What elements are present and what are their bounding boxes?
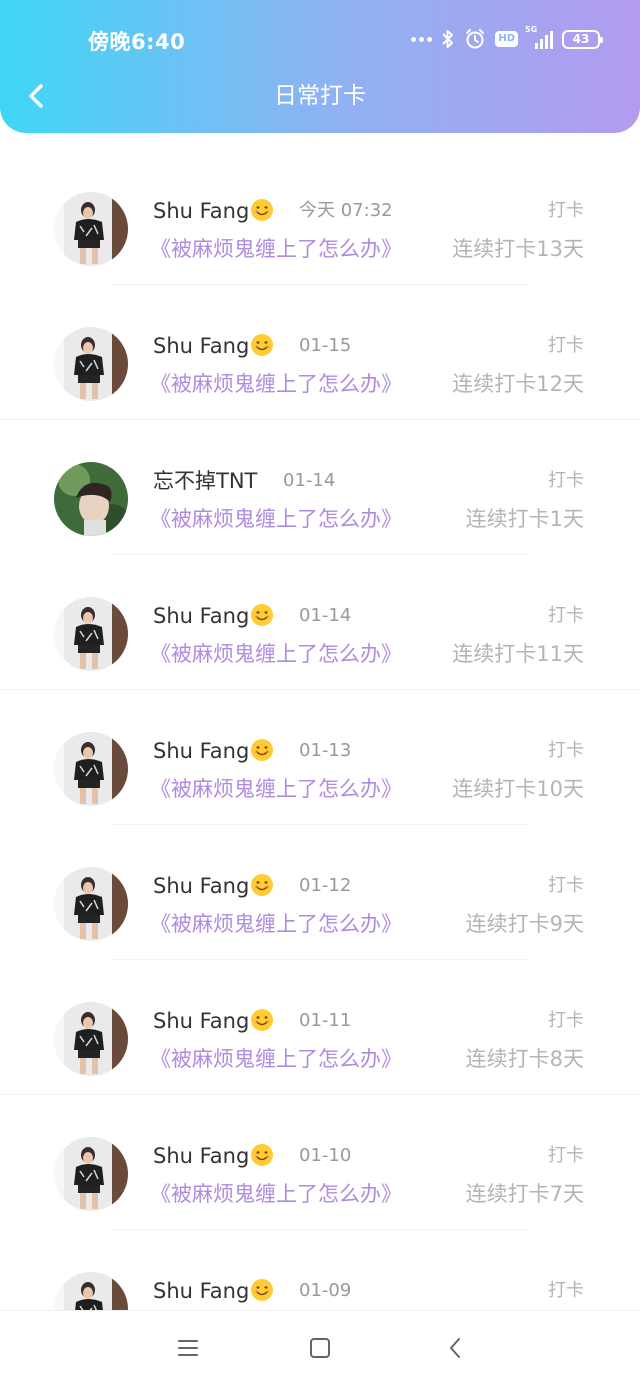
checkin-action-label: 打卡 [548,875,584,896]
smile-emoji-icon [251,874,274,896]
header-bar: 傍晚6:40 HD 5G 43 日常打卡 [0,0,640,133]
user-name-text: Shu Fang [153,739,250,763]
avatar[interactable] [54,1137,128,1211]
checkin-date: 01-14 [283,470,336,491]
user-name[interactable]: Shu Fang [153,331,274,361]
smile-emoji-icon [251,1279,274,1301]
smile-emoji-icon [251,1009,274,1031]
checkin-row[interactable]: Shu Fang 01-15 《被麻烦鬼缠上了怎么办》 打卡连续打卡12天 [0,285,640,420]
checkin-action-label: 打卡 [548,200,584,221]
book-title-link[interactable]: 《被麻烦鬼缠上了怎么办》 [150,639,402,669]
checkin-date: 01-14 [299,605,352,626]
checkin-date: 今天 07:32 [299,200,393,221]
avatar[interactable] [54,597,128,671]
checkin-row[interactable]: Shu Fang 01-10 《被麻烦鬼缠上了怎么办》 打卡连续打卡7天 [0,1095,640,1230]
checkin-row[interactable]: Shu Fang 01-09 打卡 [0,1230,640,1310]
battery-icon: 43 [562,29,603,49]
smile-emoji-icon [251,739,274,761]
alarm-icon [466,29,485,49]
streak-count: 连续打卡1天 [465,507,584,531]
user-name[interactable]: Shu Fang [153,1276,274,1306]
avatar[interactable] [54,1002,128,1076]
smile-emoji-icon [251,199,274,221]
smile-emoji-icon [251,334,274,356]
user-name-text: Shu Fang [153,604,250,628]
user-name[interactable]: Shu Fang [153,871,274,901]
checkin-row[interactable]: Shu Fang 01-13 《被麻烦鬼缠上了怎么办》 打卡连续打卡10天 [0,690,640,825]
menu-button[interactable] [173,1333,203,1363]
user-name-text: Shu Fang [153,1279,250,1303]
avatar[interactable] [54,192,128,266]
streak-count: 连续打卡7天 [465,1182,584,1206]
avatar[interactable] [54,732,128,806]
network-label: 5G [525,25,538,34]
status-bar: 傍晚6:40 HD 5G 43 [0,20,640,58]
user-name[interactable]: Shu Fang [153,1141,274,1171]
menu-icon [178,1340,198,1356]
user-name-text: Shu Fang [153,334,250,358]
user-name[interactable]: 忘不掉TNT [153,466,257,496]
user-name-text: 忘不掉TNT [153,469,258,493]
checkin-row[interactable]: Shu Fang 今天 07:32 《被麻烦鬼缠上了怎么办》 打卡连续打卡13天 [0,150,640,285]
checkin-action-label: 打卡 [548,1010,584,1031]
checkin-date: 01-12 [299,875,352,896]
book-title-link[interactable]: 《被麻烦鬼缠上了怎么办》 [150,1179,402,1209]
book-title-link[interactable]: 《被麻烦鬼缠上了怎么办》 [150,774,402,804]
book-title-link[interactable]: 《被麻烦鬼缠上了怎么办》 [150,504,402,534]
signal-icon: 5G [525,25,553,49]
smile-emoji-icon [251,604,274,626]
checkin-date: 01-11 [299,1010,352,1031]
avatar[interactable] [54,867,128,941]
streak-count: 连续打卡12天 [452,372,584,396]
status-time: 傍晚6:40 [88,30,186,54]
bluetooth-icon [442,30,454,48]
user-name-text: Shu Fang [153,199,250,223]
checkin-action-label: 打卡 [548,335,584,356]
checkin-date: 01-13 [299,740,352,761]
streak-count: 连续打卡10天 [452,777,584,801]
user-name-text: Shu Fang [153,874,250,898]
streak-count: 连续打卡13天 [452,237,584,261]
back-nav-button[interactable] [440,1333,470,1363]
book-title-link[interactable]: 《被麻烦鬼缠上了怎么办》 [150,1044,402,1074]
home-square-icon [310,1338,330,1358]
checkin-date: 01-09 [299,1280,352,1301]
streak-count: 连续打卡11天 [452,642,584,666]
status-icons: HD 5G 43 [411,25,603,52]
user-name[interactable]: Shu Fang [153,736,274,766]
avatar[interactable] [54,327,128,401]
user-name[interactable]: Shu Fang [153,1006,274,1036]
page-title: 日常打卡 [274,83,366,109]
checkin-action-label: 打卡 [548,470,584,491]
checkin-date: 01-10 [299,1145,352,1166]
user-name[interactable]: Shu Fang [153,601,274,631]
more-dots-icon [411,36,433,42]
hd-icon: HD [495,31,518,47]
checkin-row[interactable]: Shu Fang 01-14 《被麻烦鬼缠上了怎么办》 打卡连续打卡11天 [0,555,640,690]
streak-count: 连续打卡8天 [465,1047,584,1071]
book-title-link[interactable]: 《被麻烦鬼缠上了怎么办》 [150,909,402,939]
checkin-row[interactable]: 忘不掉TNT 01-14 《被麻烦鬼缠上了怎么办》 打卡连续打卡1天 [0,420,640,555]
checkin-action-label: 打卡 [548,605,584,626]
user-name-text: Shu Fang [153,1144,250,1168]
avatar[interactable] [54,462,128,536]
user-name-text: Shu Fang [153,1009,250,1033]
checkin-action-label: 打卡 [548,1145,584,1166]
checkin-action-label: 打卡 [548,740,584,761]
home-button[interactable] [305,1333,335,1363]
checkin-date: 01-15 [299,335,352,356]
user-name[interactable]: Shu Fang [153,196,274,226]
checkin-row[interactable]: Shu Fang 01-11 《被麻烦鬼缠上了怎么办》 打卡连续打卡8天 [0,960,640,1095]
book-title-link[interactable]: 《被麻烦鬼缠上了怎么办》 [150,234,402,264]
checkin-row[interactable]: Shu Fang 01-12 《被麻烦鬼缠上了怎么办》 打卡连续打卡9天 [0,825,640,960]
book-title-link[interactable]: 《被麻烦鬼缠上了怎么办》 [150,369,402,399]
back-triangle-icon [450,1338,460,1358]
checkin-list[interactable]: Shu Fang 今天 07:32 《被麻烦鬼缠上了怎么办》 打卡 连续打卡13天 Shu… [0,150,640,1310]
avatar[interactable] [54,1272,128,1310]
smile-emoji-icon [251,1144,274,1166]
checkin-action-label: 打卡 [548,1280,584,1301]
system-nav-bar [0,1310,640,1387]
streak-count: 连续打卡9天 [465,912,584,936]
